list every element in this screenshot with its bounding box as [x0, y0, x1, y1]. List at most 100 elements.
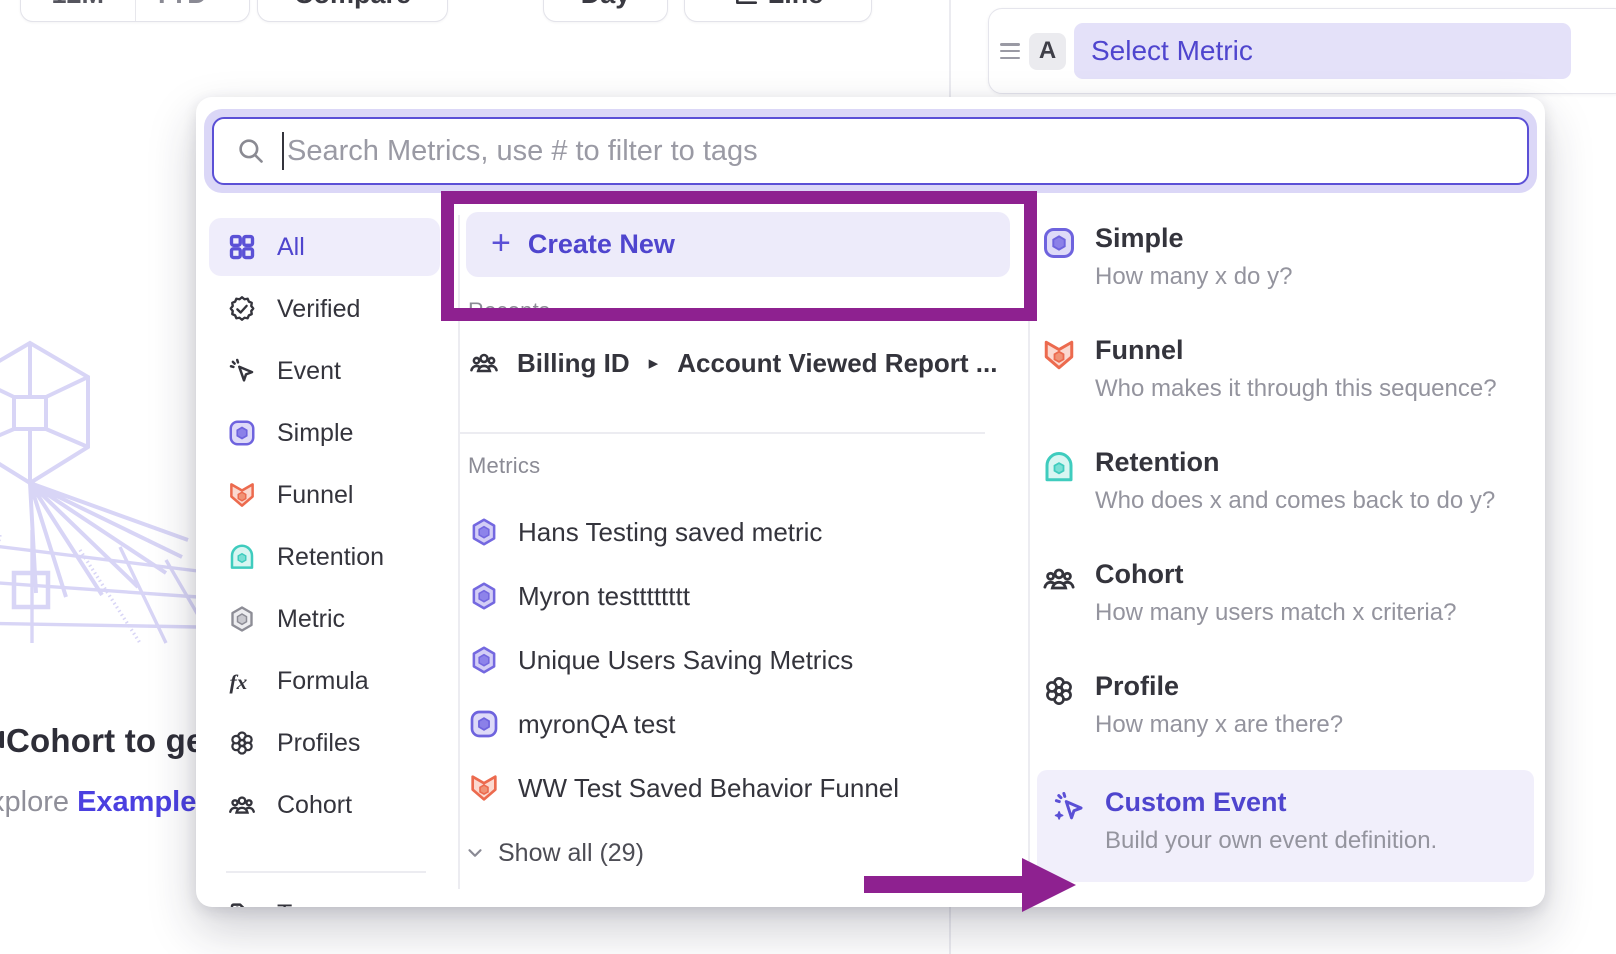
line-chart-icon	[733, 0, 759, 7]
metric-query-card: A Select Metric	[988, 8, 1616, 94]
sidebar-item-label: Retention	[277, 543, 384, 572]
column-divider	[1028, 215, 1030, 889]
empty-state-heading: Cohort to ge	[6, 722, 205, 760]
sidebar-item-label: Metric	[277, 605, 345, 634]
svg-text:fx: fx	[230, 670, 248, 694]
purple-metric-hexagon-icon	[468, 644, 500, 676]
type-option-profile[interactable]: Profile How many x are there?	[1041, 671, 1539, 739]
section-divider	[458, 432, 985, 434]
type-description: How many x are there?	[1095, 711, 1343, 739]
grid-icon	[226, 231, 258, 263]
cohort-people-icon	[226, 789, 258, 821]
line-label: Line	[768, 0, 824, 10]
sidebar-item-label: All	[277, 233, 305, 262]
simple-metric-icon	[468, 708, 500, 740]
type-title: Custom Event	[1105, 787, 1437, 818]
sidebar-item-event[interactable]: Event	[209, 342, 440, 400]
cohort-people-icon	[1041, 561, 1077, 597]
sidebar-item-label: Event	[277, 357, 341, 386]
sidebar-item-retention[interactable]: Retention	[209, 528, 440, 586]
type-description: How many x do y?	[1095, 263, 1292, 291]
create-new-button[interactable]: + Create New	[466, 212, 1010, 277]
type-option-cohort[interactable]: Cohort How many users match x criteria?	[1041, 559, 1539, 627]
cohort-people-icon	[468, 347, 500, 379]
sidebar-item-label: Profiles	[277, 729, 360, 758]
sidebar-item-funnel[interactable]: Funnel	[209, 466, 440, 524]
explore-prefix: xplore	[0, 786, 69, 818]
metric-item-label: WW Test Saved Behavior Funnel	[518, 773, 899, 804]
type-option-simple[interactable]: Simple How many x do y?	[1041, 223, 1539, 291]
funnel-metric-icon	[468, 772, 500, 804]
list-item[interactable]: Myron testttttttt	[468, 564, 988, 628]
profiles-flower-icon	[1041, 673, 1077, 709]
sidebar-item-metric[interactable]: Metric	[209, 590, 440, 648]
sidebar-item-label: Cohort	[277, 791, 352, 820]
sidebar-item-verified[interactable]: Verified	[209, 280, 440, 338]
recent-item[interactable]: Billing ID ▸ Account Viewed Report ...	[468, 340, 997, 386]
show-all-button[interactable]: Show all (29)	[464, 835, 644, 871]
search-icon	[236, 136, 266, 166]
range-ytd-label: YTD	[153, 0, 207, 10]
list-item[interactable]: Unique Users Saving Metrics	[468, 628, 988, 692]
metrics-header: Metrics	[468, 453, 540, 479]
event-cursor-icon	[226, 355, 258, 387]
tag-icon	[226, 898, 258, 907]
sidebar-item-cohort[interactable]: Cohort	[209, 776, 440, 834]
purple-metric-hexagon-icon	[468, 580, 500, 612]
range-12m-button[interactable]: 12M	[21, 0, 135, 21]
create-new-label: Create New	[528, 229, 675, 260]
funnel-metric-icon	[226, 479, 258, 511]
list-item[interactable]: WW Test Saved Behavior Funnel	[468, 756, 988, 820]
sidebar-item-label: Simple	[277, 419, 353, 448]
funnel-metric-icon	[1041, 337, 1077, 373]
select-metric-pill[interactable]: Select Metric	[1074, 23, 1571, 79]
list-item[interactable]: myronQA test	[468, 692, 988, 756]
text-cursor	[282, 132, 284, 170]
clipped-text-fragment	[0, 731, 4, 748]
example-reports-link[interactable]: Example	[77, 786, 196, 818]
metric-item-label: Myron testttttttt	[518, 581, 690, 612]
saved-metrics-list: Hans Testing saved metric Myron testtttt…	[468, 500, 988, 820]
sidebar-item-label: Formula	[277, 667, 369, 696]
search-input[interactable]: Search Metrics, use # to filter to tags	[212, 117, 1529, 185]
drag-handle-icon[interactable]	[1000, 43, 1020, 59]
show-all-label: Show all (29)	[498, 839, 644, 868]
chevron-down-icon	[214, 0, 232, 3]
simple-metric-icon	[226, 417, 258, 449]
sidebar-item-formula[interactable]: fx Formula	[209, 652, 440, 710]
sidebar-item-tags[interactable]: Tags	[209, 885, 440, 907]
sidebar-item-all[interactable]: All	[209, 218, 440, 276]
type-title: Simple	[1095, 223, 1292, 254]
sidebar-item-profiles[interactable]: Profiles	[209, 714, 440, 772]
saved-metric-icon	[226, 603, 258, 635]
annotation-arrow	[864, 876, 1024, 893]
compare-label: Compare	[294, 0, 411, 10]
type-description: Who does x and comes back to do y?	[1095, 487, 1495, 515]
recents-header: Recents	[468, 298, 550, 324]
chart-type-line-button[interactable]: Line	[684, 0, 872, 22]
plus-icon: +	[491, 226, 511, 260]
metric-picker-modal: Search Metrics, use # to filter to tags …	[196, 97, 1545, 907]
type-description: Build your own event definition.	[1105, 827, 1437, 855]
verified-badge-icon	[226, 293, 258, 325]
type-option-retention[interactable]: Retention Who does x and comes back to d…	[1041, 447, 1539, 515]
recent-item-secondary: Account Viewed Report ...	[677, 348, 997, 379]
interval-day-button[interactable]: Day	[543, 0, 668, 22]
type-description: How many users match x criteria?	[1095, 599, 1456, 627]
type-option-custom-event[interactable]: Custom Event Build your own event defini…	[1037, 770, 1534, 882]
range-ytd-button[interactable]: YTD	[135, 0, 250, 21]
empty-state-subtext: xplore Example Reports	[0, 786, 214, 819]
type-option-funnel[interactable]: Funnel Who makes it through this sequenc…	[1041, 335, 1539, 403]
date-range-group: 12M YTD	[20, 0, 250, 22]
compare-button[interactable]: Compare	[257, 0, 448, 22]
retention-metric-icon	[226, 541, 258, 573]
recent-item-primary: Billing ID	[517, 348, 630, 379]
list-item[interactable]: Hans Testing saved metric	[468, 500, 988, 564]
sidebar-item-simple[interactable]: Simple	[209, 404, 440, 462]
sidebar-divider	[226, 871, 426, 873]
type-title: Retention	[1095, 447, 1495, 478]
retention-metric-icon	[1041, 449, 1077, 485]
type-title: Funnel	[1095, 335, 1497, 366]
day-label: Day	[581, 0, 631, 10]
column-divider	[458, 215, 460, 889]
